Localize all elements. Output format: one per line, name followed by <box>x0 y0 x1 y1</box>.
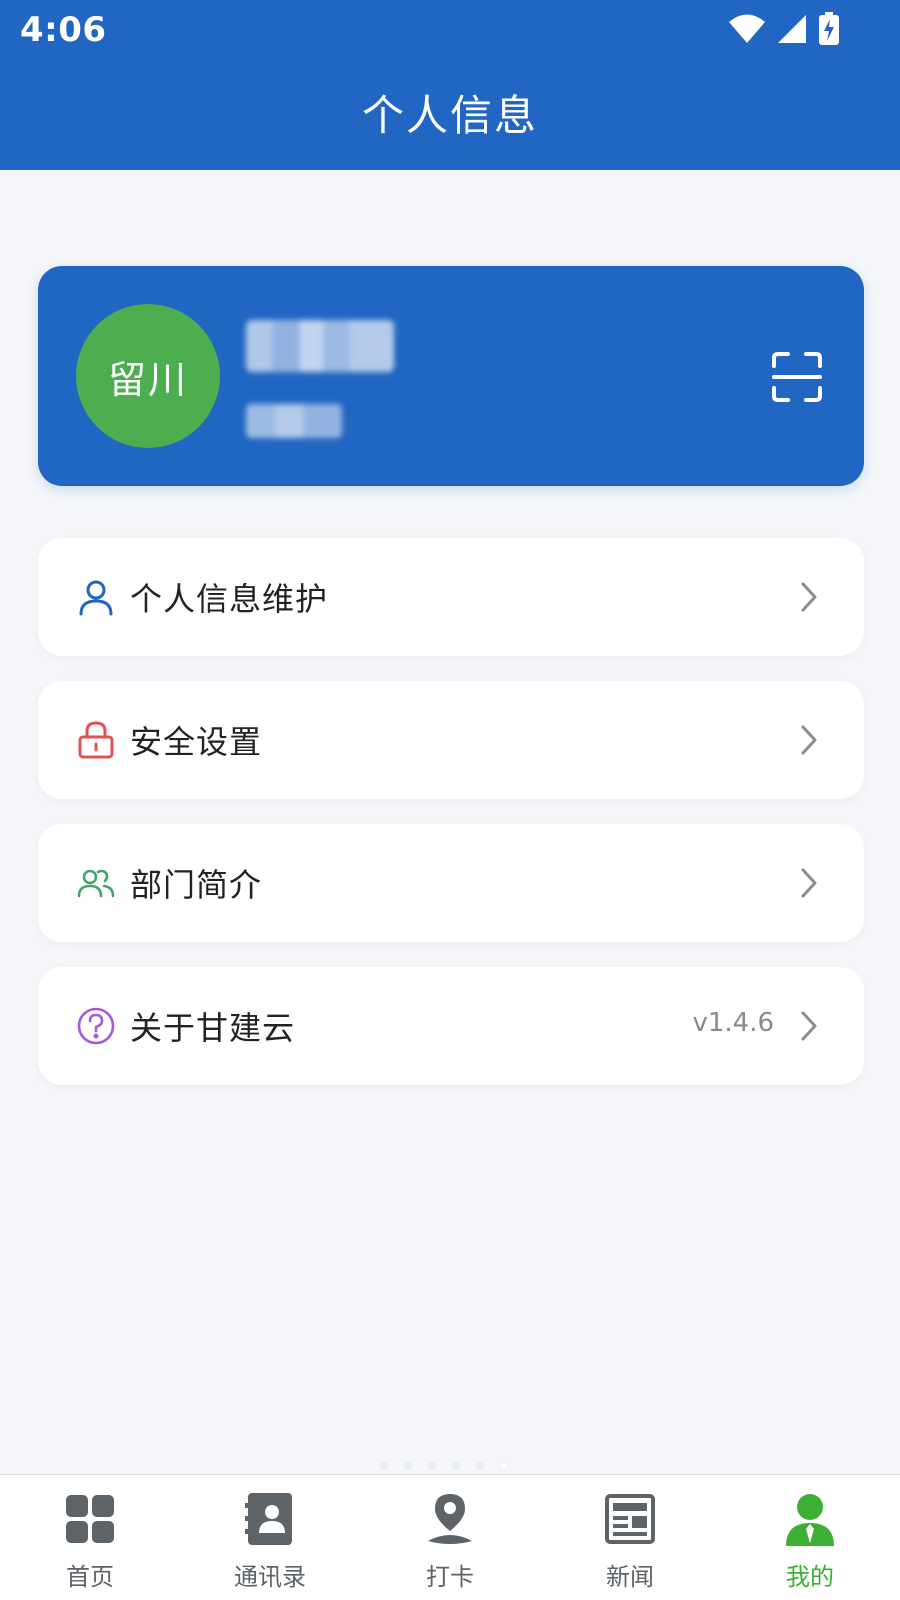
avatar[interactable]: 留川 <box>76 304 220 448</box>
redacted-user-name <box>246 320 394 372</box>
chevron-right-icon <box>801 582 817 612</box>
page-indicator <box>380 1462 508 1470</box>
version-text: v1.4.6 <box>692 1008 774 1038</box>
menu-item-label: 部门简介 <box>130 866 263 904</box>
page-dot <box>428 1462 436 1470</box>
page-dot <box>404 1462 412 1470</box>
profile-icon <box>786 1494 834 1546</box>
chevron-right-icon <box>801 1011 817 1041</box>
cell-signal-icon <box>778 15 806 43</box>
tab-checkin[interactable]: 打卡 <box>360 1475 540 1600</box>
chevron-right-icon <box>801 725 817 755</box>
page-dot-active <box>500 1462 508 1470</box>
user-icon <box>79 580 113 616</box>
bottom-tab-bar: 首页 通讯录 打卡 新闻 我的 <box>0 1474 900 1600</box>
status-icons <box>728 12 840 46</box>
contacts-icon <box>245 1493 292 1545</box>
group-icon <box>77 869 115 898</box>
tab-mine[interactable]: 我的 <box>720 1475 900 1600</box>
menu-item-personal-info[interactable]: 个人信息维护 <box>38 538 864 656</box>
tab-home[interactable]: 首页 <box>0 1475 180 1600</box>
menu-item-label: 安全设置 <box>130 723 263 761</box>
profile-card[interactable]: 留川 <box>38 266 864 486</box>
tab-news[interactable]: 新闻 <box>540 1475 720 1600</box>
app-header: 4:06 个人信息 <box>0 0 900 170</box>
page-dot <box>380 1462 388 1470</box>
grid-icon <box>66 1495 114 1543</box>
menu-item-about[interactable]: 关于甘建云 v1.4.6 <box>38 967 864 1085</box>
lock-icon <box>78 721 114 759</box>
chevron-right-icon <box>801 868 817 898</box>
page-dot <box>452 1462 460 1470</box>
newspaper-icon <box>605 1494 655 1544</box>
menu-item-department[interactable]: 部门简介 <box>38 824 864 942</box>
question-icon <box>77 1007 115 1045</box>
menu-item-security[interactable]: 安全设置 <box>38 681 864 799</box>
battery-charging-icon <box>819 12 839 45</box>
tab-label: 我的 <box>786 1563 834 1591</box>
wifi-icon <box>729 14 765 43</box>
tab-contacts[interactable]: 通讯录 <box>180 1475 360 1600</box>
menu-item-label: 关于甘建云 <box>130 1009 296 1047</box>
location-pin-icon <box>428 1494 472 1544</box>
menu-item-label: 个人信息维护 <box>130 580 329 618</box>
tab-label: 新闻 <box>606 1563 654 1591</box>
status-time: 4:06 <box>20 10 107 50</box>
tab-label: 打卡 <box>426 1563 474 1591</box>
page-dot <box>476 1462 484 1470</box>
scan-qr-icon[interactable] <box>770 350 824 404</box>
page-title: 个人信息 <box>361 91 538 140</box>
tab-label: 首页 <box>66 1563 114 1591</box>
tab-label: 通讯录 <box>234 1563 306 1591</box>
redacted-user-detail <box>246 404 342 438</box>
